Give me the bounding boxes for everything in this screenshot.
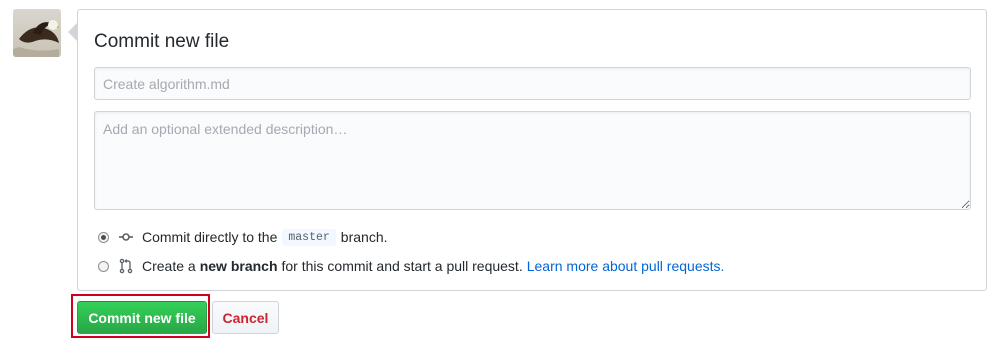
avatar[interactable] [13,9,61,57]
commit-summary-input[interactable] [94,67,971,100]
cancel-button[interactable]: Cancel [212,301,279,334]
option-text: Commit directly to the [142,229,278,245]
commit-description-textarea[interactable] [94,111,971,210]
git-commit-icon [119,233,133,241]
commit-new-file-button[interactable]: Commit new file [77,301,207,334]
new-branch-emphasis: new branch [199,258,278,274]
option-text-middle: for this commit and start a pull request… [281,258,523,274]
new-branch-option[interactable]: Create a new branch for this commit and … [98,256,724,276]
eagle-avatar-image [13,9,61,57]
commit-direct-option[interactable]: Commit directly to the master branch. [98,227,388,247]
branch-name-badge: master [282,228,336,246]
git-pull-request-icon [119,258,133,274]
option-text-suffix: branch. [340,229,388,245]
option-text: Create a [142,258,196,274]
learn-more-pull-requests-link[interactable]: Learn more about pull requests. [527,258,725,274]
form-title: Commit new file [94,31,230,52]
new-branch-radio[interactable] [98,260,109,272]
commit-form-panel: Commit new file Commit directly to the m… [77,9,987,291]
panel-caret [68,23,77,41]
commit-direct-radio[interactable] [98,231,109,243]
